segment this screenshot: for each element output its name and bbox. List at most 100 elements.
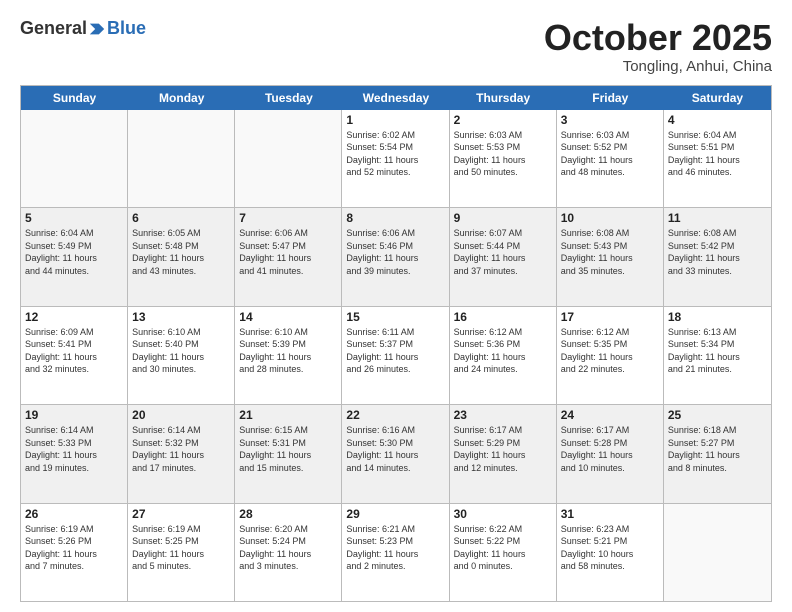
cell-info-11: Sunrise: 6:08 AM Sunset: 5:42 PM Dayligh…: [668, 227, 767, 277]
cell-info-2: Sunrise: 6:03 AM Sunset: 5:53 PM Dayligh…: [454, 129, 552, 179]
logo-icon: [88, 20, 106, 38]
logo: General Blue: [20, 18, 146, 39]
cell-info-17: Sunrise: 6:12 AM Sunset: 5:35 PM Dayligh…: [561, 326, 659, 376]
logo-general: General: [20, 18, 87, 39]
cal-cell-11: 11 Sunrise: 6:08 AM Sunset: 5:42 PM Dayli…: [664, 208, 771, 305]
cell-info-8: Sunrise: 6:06 AM Sunset: 5:46 PM Dayligh…: [346, 227, 444, 277]
day-number-27: 27: [132, 507, 230, 521]
location: Tongling, Anhui, China: [544, 58, 772, 75]
cal-cell-27: 27 Sunrise: 6:19 AM Sunset: 5:25 PM Dayli…: [128, 504, 235, 601]
cell-info-13: Sunrise: 6:10 AM Sunset: 5:40 PM Dayligh…: [132, 326, 230, 376]
cell-info-30: Sunrise: 6:22 AM Sunset: 5:22 PM Dayligh…: [454, 523, 552, 573]
cell-info-18: Sunrise: 6:13 AM Sunset: 5:34 PM Dayligh…: [668, 326, 767, 376]
day-number-16: 16: [454, 310, 552, 324]
cal-cell-4: 4 Sunrise: 6:04 AM Sunset: 5:51 PM Daylig…: [664, 110, 771, 207]
day-number-14: 14: [239, 310, 337, 324]
cell-info-9: Sunrise: 6:07 AM Sunset: 5:44 PM Dayligh…: [454, 227, 552, 277]
cell-info-28: Sunrise: 6:20 AM Sunset: 5:24 PM Dayligh…: [239, 523, 337, 573]
cell-info-12: Sunrise: 6:09 AM Sunset: 5:41 PM Dayligh…: [25, 326, 123, 376]
cal-cell-2: 2 Sunrise: 6:03 AM Sunset: 5:53 PM Daylig…: [450, 110, 557, 207]
day-number-17: 17: [561, 310, 659, 324]
day-number-15: 15: [346, 310, 444, 324]
logo-blue: Blue: [107, 18, 146, 39]
cell-info-25: Sunrise: 6:18 AM Sunset: 5:27 PM Dayligh…: [668, 424, 767, 474]
day-number-6: 6: [132, 211, 230, 225]
weekday-header-thursday: Thursday: [450, 86, 557, 110]
calendar-row-2: 12 Sunrise: 6:09 AM Sunset: 5:41 PM Dayli…: [21, 307, 771, 405]
weekday-header-tuesday: Tuesday: [235, 86, 342, 110]
day-number-23: 23: [454, 408, 552, 422]
cal-cell-24: 24Sunrise: 6:17 AM Sunset: 5:28 PM Dayli…: [557, 405, 664, 502]
day-number-26: 26: [25, 507, 123, 521]
cell-info-23: Sunrise: 6:17 AM Sunset: 5:29 PM Dayligh…: [454, 424, 552, 474]
header: General Blue October 2025 Tongling, Anhu…: [20, 18, 772, 75]
cell-info-29: Sunrise: 6:21 AM Sunset: 5:23 PM Dayligh…: [346, 523, 444, 573]
day-number-18: 18: [668, 310, 767, 324]
month-title: October 2025: [544, 18, 772, 58]
day-number-12: 12: [25, 310, 123, 324]
cell-info-7: Sunrise: 6:06 AM Sunset: 5:47 PM Dayligh…: [239, 227, 337, 277]
day-number-4: 4: [668, 113, 767, 127]
cell-info-16: Sunrise: 6:12 AM Sunset: 5:36 PM Dayligh…: [454, 326, 552, 376]
day-number-29: 29: [346, 507, 444, 521]
cell-info-15: Sunrise: 6:11 AM Sunset: 5:37 PM Dayligh…: [346, 326, 444, 376]
cell-info-21: Sunrise: 6:15 AM Sunset: 5:31 PM Dayligh…: [239, 424, 337, 474]
cal-cell-18: 18 Sunrise: 6:13 AM Sunset: 5:34 PM Dayli…: [664, 307, 771, 404]
cal-cell-20: 20 Sunrise: 6:14 AM Sunset: 5:32 PM Dayli…: [128, 405, 235, 502]
cell-info-31: Sunrise: 6:23 AM Sunset: 5:21 PM Dayligh…: [561, 523, 659, 573]
cal-cell-13: 13Sunrise: 6:10 AM Sunset: 5:40 PM Dayli…: [128, 307, 235, 404]
weekday-header-friday: Friday: [557, 86, 664, 110]
cal-cell-21: 21Sunrise: 6:15 AM Sunset: 5:31 PM Dayli…: [235, 405, 342, 502]
day-number-2: 2: [454, 113, 552, 127]
day-number-8: 8: [346, 211, 444, 225]
day-number-9: 9: [454, 211, 552, 225]
page: General Blue October 2025 Tongling, Anhu…: [0, 0, 792, 612]
cell-info-26: Sunrise: 6:19 AM Sunset: 5:26 PM Dayligh…: [25, 523, 123, 573]
cal-cell-14: 14 Sunrise: 6:10 AM Sunset: 5:39 PM Dayli…: [235, 307, 342, 404]
cal-cell-6: 6 Sunrise: 6:05 AM Sunset: 5:48 PM Daylig…: [128, 208, 235, 305]
calendar-row-3: 19 Sunrise: 6:14 AM Sunset: 5:33 PM Dayli…: [21, 405, 771, 503]
weekday-header-wednesday: Wednesday: [342, 86, 449, 110]
cal-cell-26: 26 Sunrise: 6:19 AM Sunset: 5:26 PM Dayli…: [21, 504, 128, 601]
day-number-10: 10: [561, 211, 659, 225]
cell-info-20: Sunrise: 6:14 AM Sunset: 5:32 PM Dayligh…: [132, 424, 230, 474]
cal-cell-1: 1Sunrise: 6:02 AM Sunset: 5:54 PM Daylig…: [342, 110, 449, 207]
cal-cell-7: 7Sunrise: 6:06 AM Sunset: 5:47 PM Daylig…: [235, 208, 342, 305]
day-number-25: 25: [668, 408, 767, 422]
cell-info-14: Sunrise: 6:10 AM Sunset: 5:39 PM Dayligh…: [239, 326, 337, 376]
cal-cell-8: 8 Sunrise: 6:06 AM Sunset: 5:46 PM Daylig…: [342, 208, 449, 305]
cal-cell-25: 25 Sunrise: 6:18 AM Sunset: 5:27 PM Dayli…: [664, 405, 771, 502]
cell-info-27: Sunrise: 6:19 AM Sunset: 5:25 PM Dayligh…: [132, 523, 230, 573]
day-number-22: 22: [346, 408, 444, 422]
day-number-11: 11: [668, 211, 767, 225]
calendar: SundayMondayTuesdayWednesdayThursdayFrid…: [20, 85, 772, 602]
weekday-header-monday: Monday: [128, 86, 235, 110]
title-block: October 2025 Tongling, Anhui, China: [544, 18, 772, 75]
cal-cell-29: 29 Sunrise: 6:21 AM Sunset: 5:23 PM Dayli…: [342, 504, 449, 601]
day-number-30: 30: [454, 507, 552, 521]
cal-cell-empty-0-2: [235, 110, 342, 207]
calendar-body: 1Sunrise: 6:02 AM Sunset: 5:54 PM Daylig…: [21, 110, 771, 601]
cal-cell-16: 16 Sunrise: 6:12 AM Sunset: 5:36 PM Dayli…: [450, 307, 557, 404]
cell-info-10: Sunrise: 6:08 AM Sunset: 5:43 PM Dayligh…: [561, 227, 659, 277]
cal-cell-12: 12 Sunrise: 6:09 AM Sunset: 5:41 PM Dayli…: [21, 307, 128, 404]
calendar-row-1: 5Sunrise: 6:04 AM Sunset: 5:49 PM Daylig…: [21, 208, 771, 306]
cell-info-6: Sunrise: 6:05 AM Sunset: 5:48 PM Dayligh…: [132, 227, 230, 277]
day-number-20: 20: [132, 408, 230, 422]
cal-cell-17: 17 Sunrise: 6:12 AM Sunset: 5:35 PM Dayli…: [557, 307, 664, 404]
calendar-row-4: 26 Sunrise: 6:19 AM Sunset: 5:26 PM Dayli…: [21, 504, 771, 601]
cal-cell-22: 22 Sunrise: 6:16 AM Sunset: 5:30 PM Dayli…: [342, 405, 449, 502]
cell-info-5: Sunrise: 6:04 AM Sunset: 5:49 PM Dayligh…: [25, 227, 123, 277]
day-number-31: 31: [561, 507, 659, 521]
day-number-1: 1: [346, 113, 444, 127]
cal-cell-31: 31 Sunrise: 6:23 AM Sunset: 5:21 PM Dayli…: [557, 504, 664, 601]
cell-info-19: Sunrise: 6:14 AM Sunset: 5:33 PM Dayligh…: [25, 424, 123, 474]
day-number-19: 19: [25, 408, 123, 422]
cal-cell-19: 19 Sunrise: 6:14 AM Sunset: 5:33 PM Dayli…: [21, 405, 128, 502]
cal-cell-5: 5Sunrise: 6:04 AM Sunset: 5:49 PM Daylig…: [21, 208, 128, 305]
cal-cell-10: 10 Sunrise: 6:08 AM Sunset: 5:43 PM Dayli…: [557, 208, 664, 305]
calendar-header: SundayMondayTuesdayWednesdayThursdayFrid…: [21, 86, 771, 110]
cell-info-22: Sunrise: 6:16 AM Sunset: 5:30 PM Dayligh…: [346, 424, 444, 474]
cell-info-4: Sunrise: 6:04 AM Sunset: 5:51 PM Dayligh…: [668, 129, 767, 179]
cal-cell-3: 3Sunrise: 6:03 AM Sunset: 5:52 PM Daylig…: [557, 110, 664, 207]
